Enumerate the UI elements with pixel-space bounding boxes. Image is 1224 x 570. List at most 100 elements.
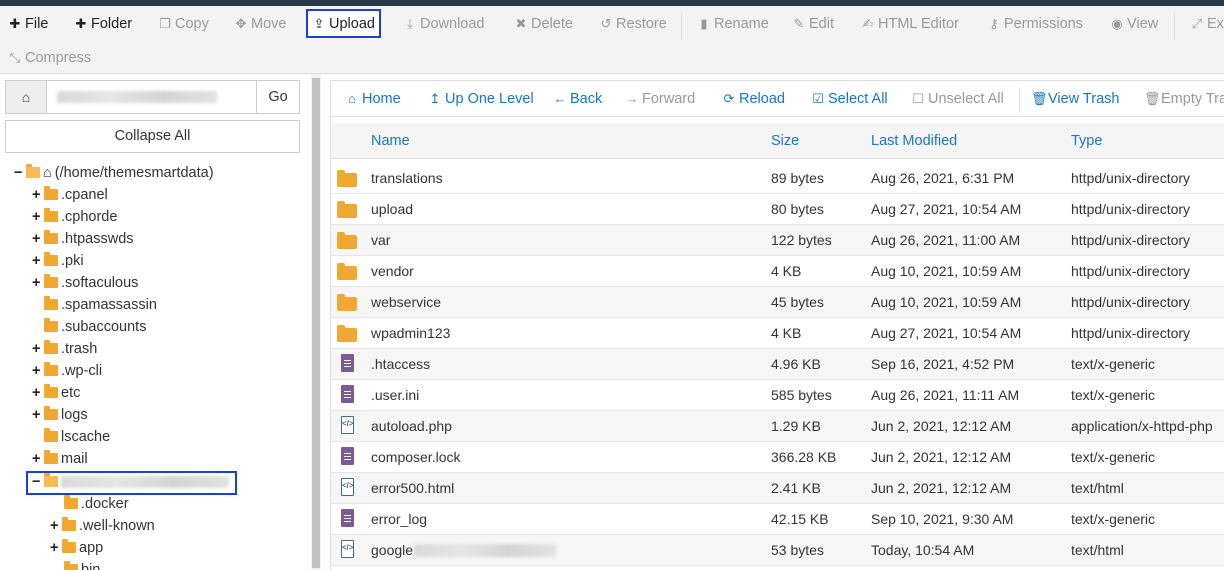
tree-item[interactable]: + .trash bbox=[32, 338, 97, 360]
folder-icon bbox=[337, 294, 357, 311]
expand-toggle-icon[interactable]: + bbox=[32, 184, 44, 206]
view-button[interactable]: ◉ View bbox=[1106, 13, 1162, 37]
tree-item[interactable]: + .htpasswds bbox=[32, 228, 134, 250]
tree-item[interactable]: + .cpanel bbox=[32, 184, 108, 206]
collapse-all-button[interactable]: Collapse All bbox=[5, 120, 300, 153]
checkbox-checked-icon: ☑ bbox=[812, 91, 824, 106]
table-row[interactable]: </> google 53 bytes Today, 10:54 AM text… bbox=[331, 535, 1224, 566]
tree-item[interactable]: + .softaculous bbox=[32, 272, 138, 294]
select-all-button[interactable]: ☑ Select All bbox=[811, 89, 887, 109]
column-header-modified[interactable]: Last Modified bbox=[871, 123, 957, 159]
expand-toggle-icon[interactable]: + bbox=[50, 537, 62, 559]
folder-icon bbox=[62, 517, 76, 531]
reload-button[interactable]: ⟳ Reload bbox=[722, 89, 785, 109]
expand-toggle-icon[interactable]: + bbox=[32, 228, 44, 250]
tree-item[interactable]: + mail bbox=[32, 448, 88, 470]
table-row[interactable]: composer.lock 366.28 KB Jun 2, 2021, 12:… bbox=[331, 442, 1224, 473]
table-row[interactable]: </> autoload.php 1.29 KB Jun 2, 2021, 12… bbox=[331, 411, 1224, 442]
table-row[interactable]: webservice 45 bytes Aug 10, 2021, 10:59 … bbox=[331, 287, 1224, 318]
upload-button[interactable]: ⇪ Upload bbox=[306, 9, 381, 38]
expand-toggle-icon[interactable]: + bbox=[32, 404, 44, 426]
delete-button[interactable]: ✖ Delete bbox=[510, 13, 577, 37]
up-one-level-button[interactable]: ↥ Up One Level bbox=[428, 89, 534, 109]
html-editor-button[interactable]: ✍ HTML Editor bbox=[857, 13, 963, 37]
expand-toggle-icon[interactable]: + bbox=[32, 448, 44, 470]
key-icon: ⚷ bbox=[989, 16, 999, 31]
restore-button[interactable]: ↺ Restore bbox=[595, 13, 671, 37]
tree-item[interactable]: .docker bbox=[64, 493, 129, 515]
move-button[interactable]: ✥ Move bbox=[230, 13, 290, 37]
folder-open-icon bbox=[26, 164, 40, 178]
download-icon: ⤓ bbox=[407, 16, 413, 31]
empty-trash-button[interactable]: 🗑Empty Tra bbox=[1144, 89, 1224, 109]
extract-button[interactable]: ⤢ Ex bbox=[1186, 13, 1224, 37]
table-row[interactable]: </> error500.html 2.41 KB Jun 2, 2021, 1… bbox=[331, 473, 1224, 504]
expand-toggle-icon[interactable]: + bbox=[32, 338, 44, 360]
column-header-name[interactable]: Name bbox=[371, 123, 410, 159]
checkbox-empty-icon: ☐ bbox=[912, 91, 924, 106]
copy-button[interactable]: ❐ Copy bbox=[154, 13, 213, 37]
folder-icon bbox=[44, 230, 58, 244]
expand-toggle-icon[interactable]: + bbox=[32, 272, 44, 294]
go-button[interactable]: Go bbox=[256, 81, 299, 113]
tree-item[interactable]: .subaccounts bbox=[32, 316, 146, 338]
tree-item[interactable]: + app bbox=[50, 537, 103, 559]
expand-toggle-icon[interactable]: + bbox=[32, 382, 44, 404]
table-row[interactable]: error_log 42.15 KB Sep 10, 2021, 9:30 AM… bbox=[331, 504, 1224, 535]
tree-item[interactable]: + .cphorde bbox=[32, 206, 117, 228]
folder-icon bbox=[44, 274, 58, 288]
rename-button[interactable]: ▮ Rename bbox=[693, 13, 773, 37]
selected-folder-highlight bbox=[26, 471, 237, 495]
home-button[interactable]: ⌂ Home bbox=[345, 89, 401, 109]
edit-button[interactable]: ✎ Edit bbox=[788, 13, 838, 37]
table-row[interactable]: var 122 bytes Aug 26, 2021, 11:00 AM htt… bbox=[331, 225, 1224, 256]
trash-icon: 🗑 bbox=[1144, 91, 1161, 106]
compress-button[interactable]: ⤡ Compress bbox=[4, 47, 95, 71]
path-input[interactable] bbox=[47, 81, 257, 113]
unselect-all-button[interactable]: ☐ Unselect All bbox=[911, 89, 1004, 109]
permissions-button[interactable]: ⚷ Permissions bbox=[983, 13, 1087, 37]
folder-icon bbox=[44, 186, 58, 200]
folder-icon bbox=[44, 406, 58, 420]
tree-item[interactable]: .spamassassin bbox=[32, 294, 157, 316]
column-header-size[interactable]: Size bbox=[771, 123, 799, 159]
table-row[interactable]: vendor 4 KB Aug 10, 2021, 10:59 AM httpd… bbox=[331, 256, 1224, 287]
folder-icon bbox=[64, 495, 78, 509]
tree-item[interactable]: + etc bbox=[32, 382, 80, 404]
tree-scrollbar[interactable] bbox=[311, 74, 321, 570]
table-row[interactable]: translations 89 bytes Aug 26, 2021, 6:31… bbox=[331, 163, 1224, 194]
tree-item[interactable]: bin bbox=[64, 559, 100, 570]
new-file-button[interactable]: ✚ File bbox=[4, 13, 52, 37]
view-trash-button[interactable]: 🗑View Trash bbox=[1031, 89, 1119, 109]
expand-toggle-icon[interactable]: + bbox=[50, 515, 62, 537]
table-row[interactable]: wpadmin123 4 KB Aug 27, 2021, 10:54 AM h… bbox=[331, 318, 1224, 349]
redacted-path bbox=[57, 91, 217, 103]
home-path-button[interactable]: ⌂ bbox=[6, 81, 47, 113]
move-icon: ✥ bbox=[235, 16, 247, 31]
code-file-icon: </> bbox=[337, 478, 357, 497]
file-list-pane: ⌂ Home ↥ Up One Level ← Back → Forward ⟳ Relo… bbox=[330, 80, 1224, 570]
nav-divider bbox=[1019, 87, 1020, 113]
new-folder-button[interactable]: ✚ Folder bbox=[70, 13, 136, 37]
table-row[interactable]: upload 80 bytes Aug 27, 2021, 10:54 AM h… bbox=[331, 194, 1224, 225]
forward-button[interactable]: → Forward bbox=[625, 89, 696, 109]
text-file-icon bbox=[337, 447, 357, 466]
download-button[interactable]: ⤓ Download bbox=[399, 13, 489, 37]
tree-root[interactable]: − ⌂ (/home/themesmartdata) bbox=[14, 162, 214, 184]
tree-item[interactable]: + .wp-cli bbox=[32, 360, 102, 382]
scrollbar-thumb[interactable] bbox=[312, 78, 320, 568]
table-row[interactable]: .user.ini 585 bytes Aug 26, 2021, 11:11 … bbox=[331, 380, 1224, 411]
tree-item[interactable]: + .well-known bbox=[50, 515, 155, 537]
back-button[interactable]: ← Back bbox=[553, 89, 603, 109]
column-header-type[interactable]: Type bbox=[1071, 123, 1102, 159]
tree-item[interactable]: lscache bbox=[32, 426, 110, 448]
tree-item[interactable]: + logs bbox=[32, 404, 88, 426]
folder-icon bbox=[62, 539, 76, 553]
table-row[interactable]: .htaccess 4.96 KB Sep 16, 2021, 4:52 PM … bbox=[331, 349, 1224, 380]
home-icon: ⌂ bbox=[348, 91, 356, 106]
expand-toggle-icon[interactable]: + bbox=[32, 360, 44, 382]
expand-toggle-icon[interactable]: + bbox=[32, 206, 44, 228]
tree-item[interactable]: + .pki bbox=[32, 250, 84, 272]
expand-toggle-icon[interactable]: + bbox=[32, 250, 44, 272]
collapse-toggle-icon[interactable]: − bbox=[14, 162, 26, 184]
